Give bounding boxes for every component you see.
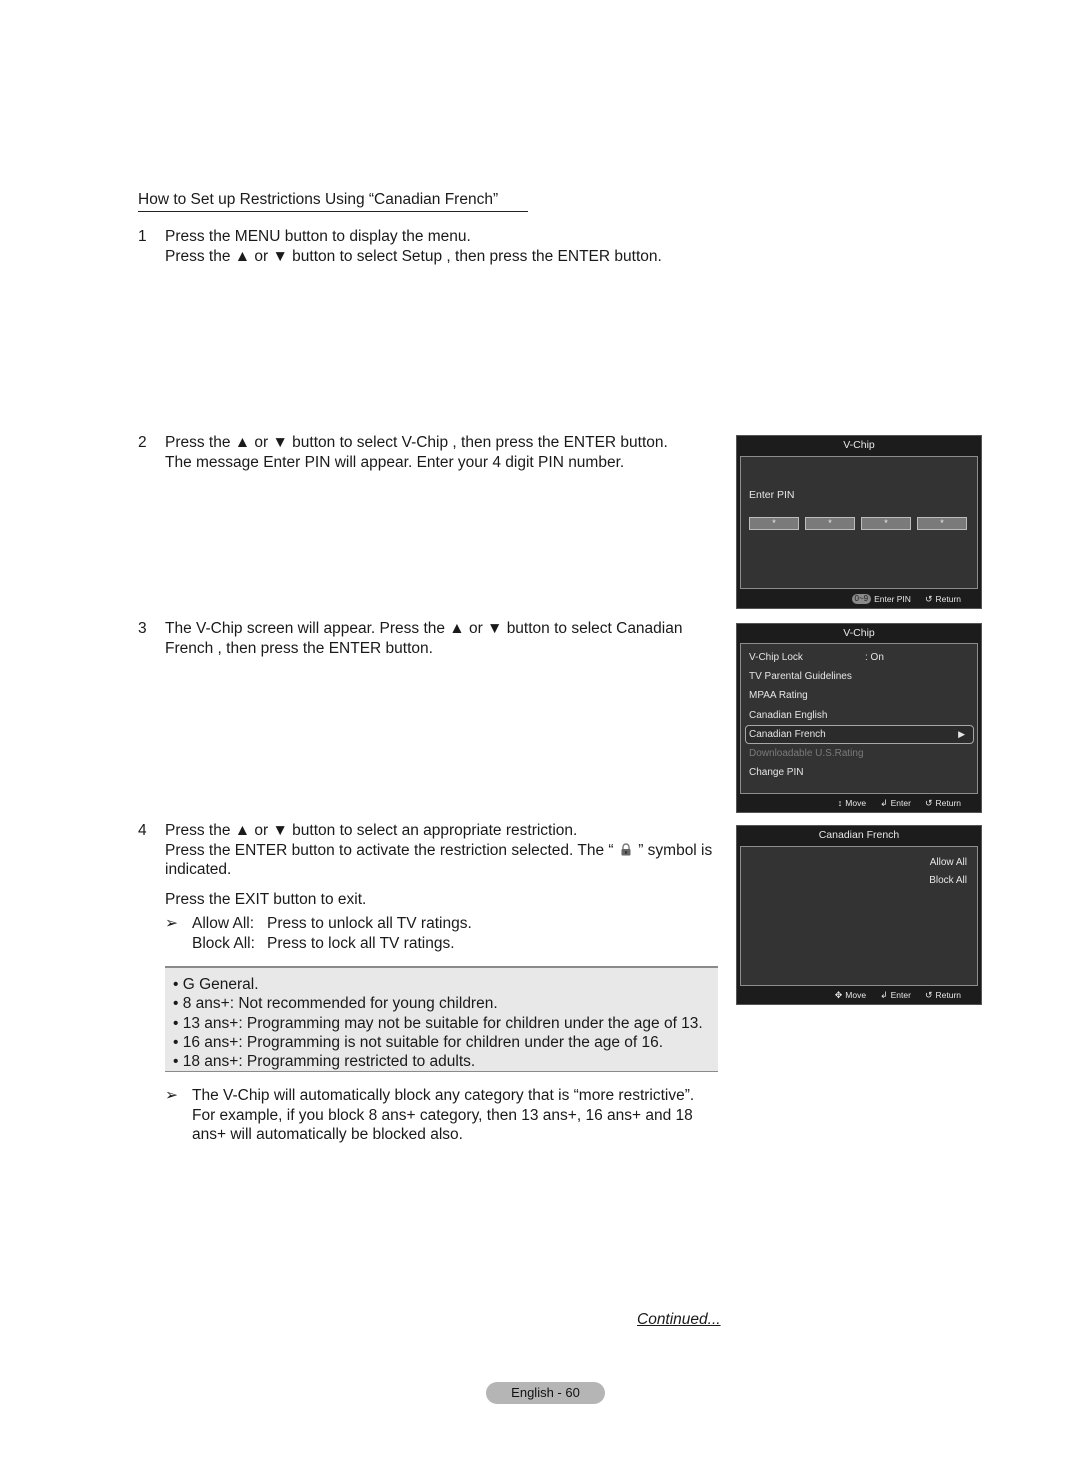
screen-footer: ✥ Move ↲ Enter ↺ Return	[821, 986, 981, 1004]
block-all-option[interactable]: Block All	[929, 875, 967, 886]
tv-screen-canadian-french: Canadian French Allow All Block All ✥ Mo…	[736, 825, 982, 1005]
menu-item-change-pin[interactable]: Change PIN	[741, 763, 977, 782]
menu-item-canadian-french[interactable]: Canadian French ▶	[745, 724, 974, 744]
step-number: 3	[138, 620, 147, 637]
note-label: Allow All:	[192, 915, 255, 932]
return-icon: ↺	[924, 989, 933, 1000]
footer-return: ↺ Return	[925, 990, 961, 1001]
footer-label: Return	[935, 594, 961, 604]
keypad-icon: 0~9	[851, 594, 872, 604]
pin-digit-field[interactable]: *	[917, 517, 967, 530]
auto-block-note: ➢ The V-Chip will automatically block an…	[165, 1086, 705, 1145]
screen-footer: 0~9 Enter PIN ↺ Return	[838, 590, 982, 608]
menu-item-label: Canadian French	[749, 728, 826, 740]
pin-entry: * * * *	[749, 517, 967, 530]
footer-move: ✥ Move	[835, 990, 866, 1001]
vchip-menu: V-Chip Lock : On TV Parental Guidelines …	[741, 648, 977, 782]
footer-enter: ↲ Enter	[880, 798, 911, 809]
screen-title: Canadian French	[818, 829, 900, 841]
step-text: ” symbol is	[638, 841, 713, 859]
step-2: 2 Press the ▲ or ▼ button to select V-Ch…	[138, 433, 668, 472]
continued-label: Continued...	[637, 1311, 721, 1328]
footer-label: Move	[845, 798, 867, 808]
footer-label: Return	[935, 798, 961, 808]
step-3: 3 The V-Chip screen will appear. Press t…	[138, 619, 682, 658]
arrow-bullet-icon: ➢	[165, 1087, 178, 1104]
footer-label: Move	[845, 990, 867, 1000]
tv-screen-enter-pin: V-Chip Enter PIN * * * * 0~9 Enter PIN ↺…	[736, 435, 982, 609]
step-line: indicated.	[165, 861, 232, 878]
ratings-box: • G General. • 8 ans+: Not recommended f…	[165, 966, 718, 1072]
step-line: The message Enter PIN will appear. Enter…	[165, 453, 625, 471]
page-number-badge: English - 60	[486, 1382, 605, 1404]
note-line: ans+ will automatically be blocked also.	[192, 1126, 463, 1143]
note-line: The V-Chip will automatically block any …	[192, 1087, 695, 1104]
note-label: Block All:	[192, 934, 255, 952]
step-text: Press the ENTER button to activate the r…	[165, 841, 614, 859]
footer-label: Enter	[890, 990, 911, 1000]
up-down-arrows-icon: ↕	[837, 798, 843, 808]
return-icon: ↺	[924, 797, 933, 808]
menu-item-label: V-Chip Lock	[749, 652, 803, 663]
menu-item-mpaa-rating[interactable]: MPAA Rating	[741, 686, 977, 705]
step-line: Press the MENU button to display the men…	[165, 228, 471, 245]
menu-item-value: : On	[865, 652, 884, 663]
rating-item: • 13 ans+: Programming may not be suitab…	[173, 1014, 703, 1032]
exit-instruction: Press the EXIT button to exit.	[165, 890, 367, 908]
screen-panel: Allow All Block All	[740, 846, 978, 986]
note-text: Press to unlock all TV ratings.	[267, 915, 472, 932]
menu-item-tv-parental-guidelines[interactable]: TV Parental Guidelines	[741, 667, 977, 686]
screen-title: V-Chip	[843, 627, 875, 639]
pin-digit-field[interactable]: *	[861, 517, 911, 530]
step-number: 4	[138, 822, 147, 839]
footer-label: Enter	[890, 798, 911, 808]
enter-icon: ↲	[880, 989, 888, 1000]
screen-panel: V-Chip Lock : On TV Parental Guidelines …	[740, 643, 978, 794]
footer-label: Enter PIN	[874, 594, 911, 604]
return-icon: ↺	[924, 593, 933, 604]
allow-all-option[interactable]: Allow All	[930, 857, 967, 868]
four-way-arrows-icon: ✥	[834, 989, 843, 1000]
footer-enter: ↲ Enter	[880, 990, 911, 1001]
section-title: How to Set up Restrictions Using “Canadi…	[138, 191, 528, 212]
footer-return: ↺ Return	[925, 798, 961, 809]
rating-item: • 18 ans+: Programming restricted to adu…	[173, 1053, 476, 1071]
menu-item-downloadable-us-rating: Downloadable U.S.Rating	[749, 747, 864, 759]
step-1: 1 Press the MENU button to display the m…	[138, 227, 662, 266]
rating-item: • 16 ans+: Programming is not suitable f…	[173, 1033, 664, 1051]
step-4: 4 Press the ▲ or ▼ button to select an a…	[138, 821, 712, 953]
lock-icon	[621, 842, 631, 855]
enter-icon: ↲	[880, 797, 888, 808]
pin-label: Enter PIN	[749, 489, 795, 501]
footer-return: ↺ Return	[925, 594, 961, 605]
step-number: 1	[138, 228, 147, 245]
footer-label: Return	[935, 990, 961, 1000]
step-line: Press the ▲ or ▼ button to select an app…	[165, 822, 578, 839]
step-line: Press the ENTER button to activate the r…	[165, 841, 712, 861]
menu-item-canadian-english[interactable]: Canadian English	[741, 706, 977, 725]
pin-digit-field[interactable]: *	[749, 517, 799, 530]
footer-enter-pin: 0~9 Enter PIN	[851, 594, 911, 604]
note-allow-all: ➢ Allow All: Press to unlock all TV ratin…	[165, 914, 712, 934]
arrow-bullet-icon: ➢	[165, 915, 178, 932]
step-line: Press the ▲ or ▼ button to select V-Chip…	[165, 434, 668, 451]
step-number: 2	[138, 434, 147, 451]
chevron-right-icon: ▶	[958, 728, 965, 739]
rating-item: • 8 ans+: Not recommended for young chil…	[173, 995, 498, 1013]
rating-item: • G General.	[173, 976, 259, 993]
screen-title: V-Chip	[843, 439, 875, 451]
step-line: Press the ▲ or ▼ button to select Setup …	[165, 247, 662, 265]
step-line: French , then press the ENTER button.	[165, 639, 433, 657]
footer-move: ↕ Move	[838, 798, 866, 808]
note-block-all: Block All: Press to lock all TV ratings.	[165, 934, 712, 954]
step-line: The V-Chip screen will appear. Press the…	[165, 620, 683, 637]
screen-footer: ↕ Move ↲ Enter ↺ Return	[824, 794, 981, 812]
screen-panel: Enter PIN * * * *	[740, 456, 978, 589]
tv-screen-vchip-menu: V-Chip V-Chip Lock : On TV Parental Guid…	[736, 623, 982, 813]
menu-item-vchip-lock[interactable]: V-Chip Lock : On	[741, 648, 977, 667]
note-text: Press to lock all TV ratings.	[267, 934, 455, 952]
pin-digit-field[interactable]: *	[805, 517, 855, 530]
note-line: For example, if you block 8 ans+ categor…	[192, 1106, 693, 1124]
